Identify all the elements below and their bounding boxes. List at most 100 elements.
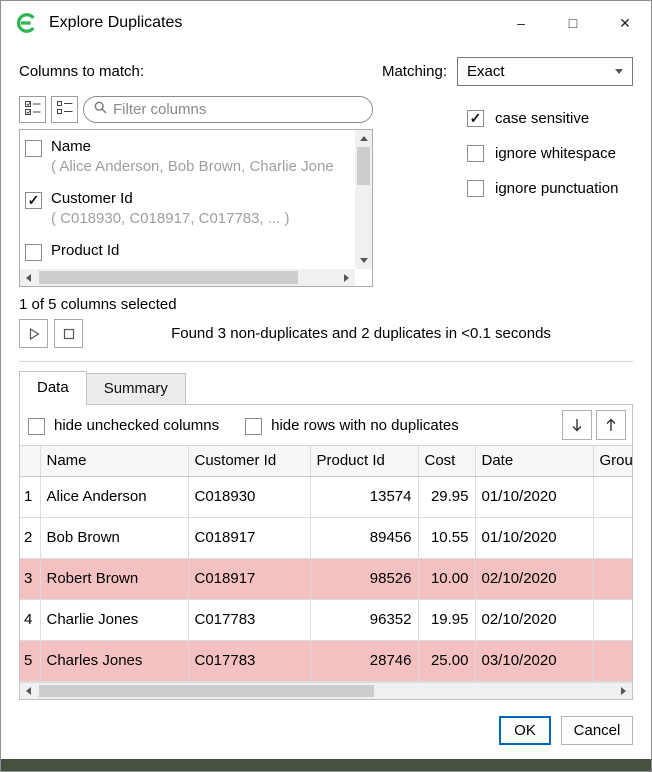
cell-date[interactable]: 02/10/2020 [475,558,593,599]
col-header-product-id[interactable]: Product Id [310,446,418,476]
cell-group[interactable] [593,558,632,599]
cell-name[interactable]: Alice Anderson [40,476,188,517]
case-sensitive-label: case sensitive [495,110,589,127]
horizontal-scroll-track[interactable] [37,683,615,699]
horizontal-scroll-thumb[interactable] [39,271,298,284]
vertical-scroll-track[interactable] [355,147,372,252]
horizontal-scroll-track[interactable] [37,269,338,286]
column-item-customer-id[interactable]: ✓ Customer Id ( C018930, C018917, C01778… [20,182,355,234]
column-checkbox[interactable] [25,140,42,157]
cell-product-id[interactable]: 98526 [310,558,418,599]
close-button[interactable]: ✕ [599,1,651,45]
arrow-left-icon [26,687,31,695]
column-item-product-id[interactable]: Product Id [20,234,355,266]
cell-name[interactable]: Bob Brown [40,517,188,558]
column-sample: ( C018930, C018917, C017783, ... ) [51,209,290,229]
scroll-right-button[interactable] [615,682,632,699]
column-item-name[interactable]: Name ( Alice Anderson, Bob Brown, Charli… [20,130,355,182]
columns-list-vertical-scrollbar[interactable] [355,130,372,269]
matching-value: Exact [467,63,505,80]
cell-group[interactable] [593,517,632,558]
cell-customer-id[interactable]: C018917 [188,517,310,558]
cell-product-id[interactable]: 13574 [310,476,418,517]
cell-product-id[interactable]: 28746 [310,640,418,681]
cell-date[interactable]: 01/10/2020 [475,476,593,517]
cell-group[interactable] [593,640,632,681]
result-tabs: Data Summary [19,371,633,404]
tab-summary[interactable]: Summary [87,373,186,404]
col-header-customer-id[interactable]: Customer Id [188,446,310,476]
table-horizontal-scrollbar[interactable] [20,682,632,699]
uncheck-all-columns-button[interactable] [51,96,78,123]
column-name: Name [51,137,334,157]
cell-product-id[interactable]: 89456 [310,517,418,558]
cell-date[interactable]: 02/10/2020 [475,599,593,640]
matching-label: Matching: [382,63,447,80]
cell-customer-id[interactable]: C017783 [188,640,310,681]
tab-data[interactable]: Data [19,371,87,405]
row-number: 1 [20,476,40,517]
cell-cost[interactable]: 10.55 [418,517,475,558]
ignore-whitespace-checkbox[interactable] [467,145,484,162]
table-row: 4 Charlie Jones C017783 96352 19.95 02/1… [20,599,632,640]
cell-customer-id[interactable]: C017783 [188,599,310,640]
check-all-columns-button[interactable] [19,96,46,123]
cell-group[interactable] [593,476,632,517]
window-title: Explore Duplicates [49,14,182,32]
header-row: Name Customer Id Product Id Cost Date Gr… [20,446,632,476]
cell-name[interactable]: Charlie Jones [40,599,188,640]
cell-cost[interactable]: 19.95 [418,599,475,640]
ignore-punctuation-checkbox[interactable] [467,180,484,197]
hide-unchecked-columns-checkbox[interactable] [28,418,45,435]
table-row-duplicate: 5 Charles Jones C017783 28746 25.00 03/1… [20,640,632,681]
cell-name[interactable]: Charles Jones [40,640,188,681]
titlebar[interactable]: Explore Duplicates – □ ✕ [1,1,651,45]
cell-cost[interactable]: 25.00 [418,640,475,681]
cell-group[interactable] [593,599,632,640]
columns-list-horizontal-scrollbar[interactable] [20,269,355,286]
scroll-left-button[interactable] [20,269,37,286]
col-header-cost[interactable]: Cost [418,446,475,476]
hide-no-duplicate-rows-checkbox[interactable] [245,418,262,435]
move-down-button[interactable] [562,410,592,440]
play-button[interactable] [19,319,48,348]
case-sensitive-checkbox[interactable]: ✓ [467,110,484,127]
plain-list-icon [56,99,74,121]
column-checkbox[interactable]: ✓ [25,192,42,209]
cell-cost[interactable]: 10.00 [418,558,475,599]
ok-button[interactable]: OK [499,716,551,745]
window-controls: – □ ✕ [495,1,651,45]
arrow-right-icon [621,687,626,695]
scroll-up-button[interactable] [355,130,372,147]
horizontal-scroll-thumb[interactable] [39,685,374,697]
stop-button[interactable] [54,319,83,348]
result-status: Found 3 non-duplicates and 2 duplicates … [89,325,633,342]
columns-selected-status: 1 of 5 columns selected [19,296,373,313]
cell-date[interactable]: 01/10/2020 [475,517,593,558]
col-header-date[interactable]: Date [475,446,593,476]
col-header-group[interactable]: Group [593,446,632,476]
matching-select[interactable]: Exact [457,57,633,86]
scroll-left-button[interactable] [20,682,37,699]
maximize-button[interactable]: □ [547,1,599,45]
col-header-name[interactable]: Name [40,446,188,476]
cell-customer-id[interactable]: C018930 [188,476,310,517]
cancel-button[interactable]: Cancel [561,716,633,745]
column-name: Customer Id [51,189,290,209]
filter-columns-input[interactable] [113,101,362,118]
move-up-button[interactable] [596,410,626,440]
cell-date[interactable]: 03/10/2020 [475,640,593,681]
cell-product-id[interactable]: 96352 [310,599,418,640]
cell-name[interactable]: Robert Brown [40,558,188,599]
column-checkbox[interactable] [25,244,42,261]
cell-cost[interactable]: 29.95 [418,476,475,517]
hide-unchecked-columns-label: hide unchecked columns [54,417,219,434]
vertical-scroll-thumb[interactable] [357,147,370,185]
cell-customer-id[interactable]: C018917 [188,558,310,599]
search-icon [94,101,107,118]
scroll-down-button[interactable] [355,252,372,269]
scroll-right-button[interactable] [338,269,355,286]
filter-columns-box[interactable] [83,96,373,123]
minimize-button[interactable]: – [495,1,547,45]
col-header-row-number[interactable] [20,446,40,476]
